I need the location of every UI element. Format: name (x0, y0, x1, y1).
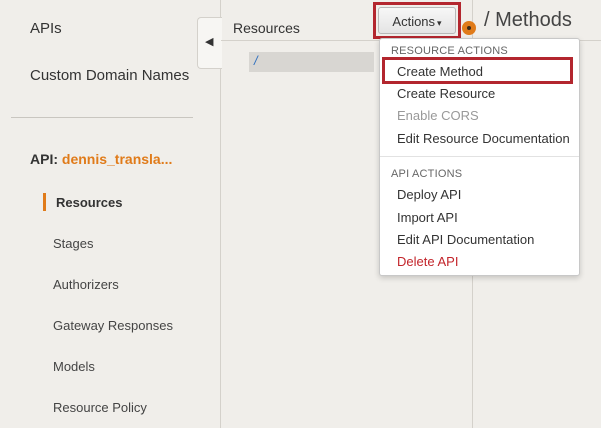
resources-panel-title: Resources (233, 20, 300, 36)
menu-header-api-actions: API ACTIONS (391, 168, 463, 180)
methods-title: / Methods (484, 9, 572, 31)
api-prefix: API: (30, 151, 58, 167)
sidebar-item-resource-policy[interactable]: Resource Policy (53, 400, 147, 415)
sidebar-divider (11, 117, 193, 118)
api-label: API: dennis_transla... (30, 151, 172, 167)
sidebar-item-resources[interactable]: Resources (56, 195, 122, 210)
resource-tree-root[interactable]: / (249, 52, 374, 72)
api-name[interactable]: dennis_transla... (62, 151, 172, 167)
menu-item-delete-api[interactable]: Delete API (397, 254, 458, 269)
menu-item-enable-cors: Enable CORS (397, 108, 479, 123)
sidebar-link-custom-domain-names[interactable]: Custom Domain Names (30, 67, 189, 84)
sidebar-item-gateway-responses[interactable]: Gateway Responses (53, 318, 173, 333)
chevron-left-icon: ◀ (205, 36, 214, 48)
menu-header-resource-actions: RESOURCE ACTIONS (391, 45, 508, 57)
collapse-sidebar-button[interactable]: ◀ (197, 17, 222, 69)
caret-down-icon: ▾ (437, 18, 442, 28)
menu-item-create-resource[interactable]: Create Resource (397, 86, 495, 101)
menu-item-create-method[interactable]: Create Method (397, 64, 483, 79)
actions-menu: RESOURCE ACTIONS Create Method Create Re… (379, 38, 580, 276)
menu-item-edit-resource-documentation[interactable]: Edit Resource Documentation (397, 131, 570, 146)
sidebar-item-authorizers[interactable]: Authorizers (53, 277, 119, 292)
status-dot-icon (462, 21, 476, 35)
menu-item-deploy-api[interactable]: Deploy API (397, 187, 461, 202)
sidebar-item-models[interactable]: Models (53, 359, 95, 374)
resource-path: / (254, 53, 258, 68)
active-indicator (43, 193, 46, 211)
menu-separator (380, 156, 579, 157)
menu-item-import-api[interactable]: Import API (397, 210, 458, 225)
menu-item-edit-api-documentation[interactable]: Edit API Documentation (397, 232, 534, 247)
sidebar: APIs Custom Domain Names API: dennis_tra… (0, 0, 221, 428)
actions-button-label: Actions (392, 14, 436, 29)
actions-dropdown-button[interactable]: Actions ▾ (378, 7, 456, 34)
sidebar-link-apis[interactable]: APIs (30, 20, 62, 37)
sidebar-item-stages[interactable]: Stages (53, 236, 93, 251)
